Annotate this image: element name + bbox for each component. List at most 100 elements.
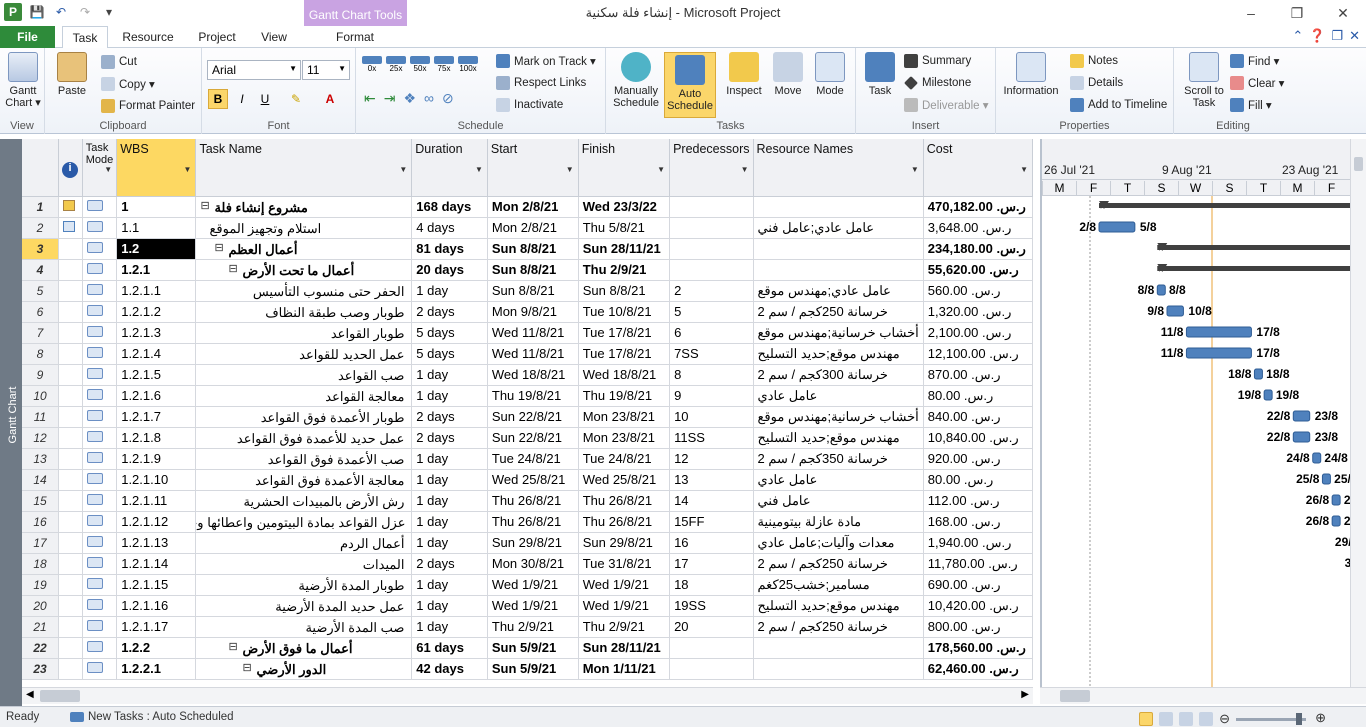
task-name-cell[interactable]: ⊟ أعمال ما فوق الأرض	[195, 637, 413, 659]
start-cell[interactable]: Thu 26/8/21	[487, 490, 579, 512]
predecessors-cell[interactable]: 9	[669, 385, 754, 407]
row-number[interactable]: 7	[22, 322, 59, 344]
resource-names-cell[interactable]	[753, 238, 924, 260]
duration-cell[interactable]: 5 days	[411, 343, 488, 365]
resource-names-cell[interactable]: خرسانة 350كجم / سم 2	[753, 448, 924, 470]
cost-cell[interactable]: ر.س. 690.00	[923, 574, 1033, 596]
copy-button[interactable]: Copy ▾	[101, 75, 155, 93]
task-name-cell[interactable]: الحفر حتى منسوب التأسيس	[195, 280, 413, 302]
duration-cell[interactable]: 4 days	[411, 217, 488, 239]
cost-cell[interactable]: ر.س. 10,420.00	[923, 595, 1033, 617]
row-number[interactable]: 10	[22, 385, 59, 407]
finish-column-header[interactable]: Finish ▼	[578, 139, 671, 197]
cost-cell[interactable]: ر.س. 1,320.00	[923, 301, 1033, 323]
table-row[interactable]: 1 1 ⊟ مشروع إنشاء فلة 168 days Mon 2/8/21 Wed …	[22, 196, 1033, 218]
cost-cell[interactable]: ر.س. 3,648.00	[923, 217, 1033, 239]
row-number[interactable]: 8	[22, 343, 59, 365]
task-name-cell[interactable]: ⊟ أعمال العظم	[195, 238, 413, 260]
cost-cell[interactable]: ر.س. 112.00	[923, 490, 1033, 512]
finish-cell[interactable]: Wed 18/8/21	[578, 364, 671, 386]
table-row[interactable]: 20 1.2.1.16 عمل حديد المدة الأرضية 1 day Wed…	[22, 595, 1033, 617]
restore-window-icon[interactable]: ❐	[1331, 28, 1343, 44]
task-mode-cell[interactable]	[82, 448, 118, 470]
task-name-cell[interactable]: أعمال الردم	[195, 532, 413, 554]
start-cell[interactable]: Wed 1/9/21	[487, 595, 579, 617]
start-cell[interactable]: Thu 26/8/21	[487, 511, 579, 533]
cost-cell[interactable]: ر.س. 168.00	[923, 511, 1033, 533]
task-name-column-header[interactable]: Task Name ▼	[195, 139, 413, 197]
row-number[interactable]: 1	[22, 196, 59, 218]
wbs-cell[interactable]: 1.1	[116, 217, 197, 239]
duration-cell[interactable]: 1 day	[411, 469, 488, 491]
start-cell[interactable]: Thu 2/9/21	[487, 616, 579, 638]
start-cell[interactable]: Sun 8/8/21	[487, 280, 579, 302]
predecessors-cell[interactable]: 5	[669, 301, 754, 323]
table-row[interactable]: 13 1.2.1.9 صب الأعمدة فوق القواعد 1 day Tue …	[22, 448, 1033, 470]
cost-cell[interactable]: ر.س. 11,780.00	[923, 553, 1033, 575]
row-number[interactable]: 23	[22, 658, 59, 680]
duration-cell[interactable]: 42 days	[411, 658, 488, 680]
link-tasks-icon[interactable]: ∞	[424, 90, 434, 107]
resource-names-cell[interactable]: عامل عادي;عامل فني	[753, 217, 924, 239]
task-mode-cell[interactable]	[82, 511, 118, 533]
wbs-cell[interactable]: 1.2.2.1	[116, 658, 197, 680]
gantt-chart-button[interactable]: Gantt Chart ▾	[5, 52, 41, 109]
resource-names-cell[interactable]: خرسانة 300كجم / سم 2	[753, 364, 924, 386]
table-row[interactable]: 10 1.2.1.6 معالجة القواعد 1 day Thu 19/8/21 T…	[22, 385, 1033, 407]
paste-button[interactable]: Paste	[57, 52, 87, 97]
task-name-cell[interactable]: معالجة الأعمدة فوق القواعد	[195, 469, 413, 491]
start-cell[interactable]: Sun 22/8/21	[487, 406, 579, 428]
scrollbar-thumb[interactable]	[1060, 690, 1090, 702]
predecessors-cell[interactable]: 15FF	[669, 511, 754, 533]
finish-cell[interactable]: Mon 1/11/21	[578, 658, 671, 680]
finish-cell[interactable]: Thu 19/8/21	[578, 385, 671, 407]
row-number[interactable]: 15	[22, 490, 59, 512]
underline-button[interactable]: U	[255, 89, 275, 109]
task-mode-cell[interactable]	[82, 553, 118, 575]
indicator-cell[interactable]	[58, 322, 83, 344]
summary-button[interactable]: Summary	[904, 52, 971, 70]
finish-cell[interactable]: Tue 17/8/21	[578, 343, 671, 365]
duration-cell[interactable]: 2 days	[411, 301, 488, 323]
predecessors-cell[interactable]: 10	[669, 406, 754, 428]
outdent-icon[interactable]: ⇤	[364, 90, 376, 107]
add-to-timeline-button[interactable]: Add to Timeline	[1070, 96, 1167, 114]
table-row[interactable]: 18 1.2.1.14 الميدات 2 days Mon 30/8/21 Tue 31…	[22, 553, 1033, 575]
insert-task-button[interactable]: Task	[862, 52, 898, 97]
move-button[interactable]: Move	[768, 52, 808, 97]
finish-cell[interactable]: Sun 28/11/21	[578, 238, 671, 260]
minimize-button[interactable]: –	[1228, 0, 1274, 26]
predecessors-cell[interactable]: 13	[669, 469, 754, 491]
close-button[interactable]: ✕	[1320, 0, 1366, 26]
resource-names-cell[interactable]: عامل عادي;مهندس موقع	[753, 280, 924, 302]
task-name-cell[interactable]: ⊟ الدور الأرضي	[195, 658, 413, 680]
task-name-cell[interactable]: صب المدة الأرضية	[195, 616, 413, 638]
duration-cell[interactable]: 1 day	[411, 595, 488, 617]
duration-cell[interactable]: 2 days	[411, 406, 488, 428]
task-name-cell[interactable]: طوبار المدة الأرضية	[195, 574, 413, 596]
inspect-button[interactable]: Inspect	[722, 52, 766, 97]
finish-cell[interactable]: Wed 1/9/21	[578, 595, 671, 617]
wbs-cell[interactable]: 1.2	[116, 238, 197, 260]
table-row[interactable]: 16 1.2.1.12 عزل القواعد بمادة البيتومين وا…	[22, 511, 1033, 533]
tab-resource[interactable]: Resource	[116, 26, 180, 48]
resource-names-cell[interactable]	[753, 658, 924, 680]
percent-25-button[interactable]: 25x	[386, 56, 406, 73]
start-cell[interactable]: Sun 5/9/21	[487, 637, 579, 659]
predecessors-cell[interactable]	[669, 238, 754, 260]
indicator-cell[interactable]	[58, 553, 83, 575]
scrollbar-thumb[interactable]	[1354, 157, 1363, 171]
predecessors-cell[interactable]	[669, 637, 754, 659]
start-cell[interactable]: Mon 2/8/21	[487, 217, 579, 239]
wbs-cell[interactable]: 1.2.1.8	[116, 427, 197, 449]
finish-cell[interactable]: Tue 24/8/21	[578, 448, 671, 470]
task-mode-cell[interactable]	[82, 322, 118, 344]
row-number[interactable]: 19	[22, 574, 59, 596]
indent-icon[interactable]: ⇥	[384, 90, 396, 107]
duration-cell[interactable]: 1 day	[411, 490, 488, 512]
task-name-cell[interactable]: عمل حديد للأعمدة فوق القواعد	[195, 427, 413, 449]
indicator-cell[interactable]	[58, 595, 83, 617]
finish-cell[interactable]: Mon 23/8/21	[578, 427, 671, 449]
finish-cell[interactable]: Wed 23/3/22	[578, 196, 671, 218]
percent-50-button[interactable]: 50x	[410, 56, 430, 73]
